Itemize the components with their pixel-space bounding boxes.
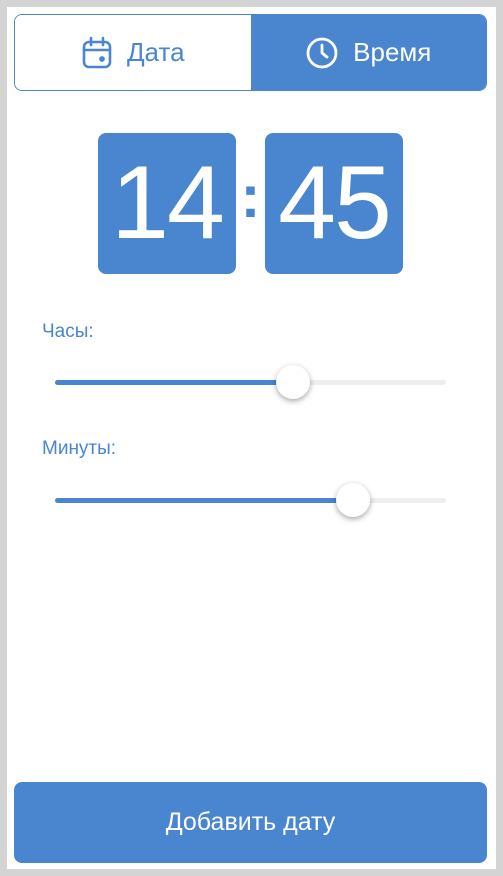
picker-panel: Дата Время 14 : 45 Часы: Минуты: Добавит…: [7, 7, 496, 869]
hours-display: 14: [98, 133, 236, 274]
clock-icon: [305, 36, 339, 70]
hours-slider-thumb[interactable]: [276, 365, 310, 399]
hours-slider-fill: [55, 380, 293, 385]
tab-time-label: Время: [353, 37, 432, 67]
minutes-slider-label: Минуты:: [42, 438, 117, 459]
minutes-slider[interactable]: [55, 480, 446, 520]
time-display: 14 : 45: [98, 133, 404, 274]
minutes-slider-thumb[interactable]: [336, 483, 371, 517]
tab-date-label: Дата: [126, 37, 185, 67]
tab-time[interactable]: Время: [250, 15, 486, 90]
calendar-icon: [81, 36, 113, 70]
time-separator: :: [240, 163, 261, 230]
tab-date[interactable]: Дата: [15, 15, 251, 90]
hours-slider-label: Часы:: [42, 321, 94, 342]
hours-slider[interactable]: [55, 362, 446, 402]
minutes-slider-fill: [55, 498, 354, 503]
add-date-button[interactable]: Добавить дату: [14, 782, 487, 863]
tab-bar: Дата Время: [14, 14, 487, 91]
minutes-display: 45: [265, 133, 403, 274]
